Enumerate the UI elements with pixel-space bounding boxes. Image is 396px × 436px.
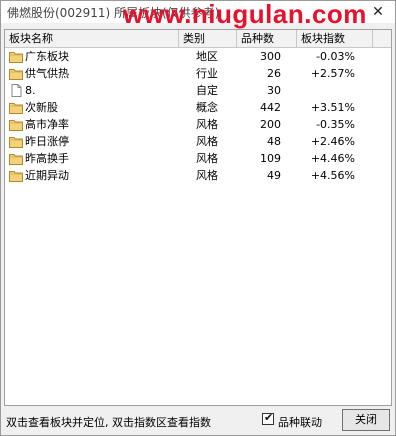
folder-icon	[9, 135, 23, 148]
sector-name: 广东板块	[25, 50, 69, 63]
sector-name: 次新股	[25, 101, 58, 114]
sector-index-change	[297, 82, 355, 99]
sector-count: 200	[260, 118, 281, 131]
sector-index-change: +4.46%	[310, 152, 355, 165]
column-header-filler	[373, 30, 391, 47]
table-row[interactable]: 昨高换手 风格 109 +4.46%	[5, 150, 373, 167]
sector-category: 风格	[196, 152, 218, 165]
sector-name: 高市净率	[25, 118, 69, 131]
sector-count: 26	[267, 67, 281, 80]
column-header-count[interactable]: 品种数	[237, 30, 297, 47]
sector-index-change: +4.56%	[310, 169, 355, 182]
table-row[interactable]: 供气供热 行业 26 +2.57%	[5, 65, 373, 82]
document-icon	[9, 84, 23, 97]
sector-category: 自定	[196, 84, 218, 97]
column-header-name[interactable]: 板块名称	[5, 30, 179, 47]
column-header-category[interactable]: 类别	[179, 30, 237, 47]
sector-table: 板块名称 类别 品种数 板块指数 广东板块 地区 300 -0.03% 供气供热 行业 26…	[4, 29, 392, 406]
title-bar: 佛燃股份(002911) 所属板块(仅供参考) www.niugulan.com…	[1, 0, 395, 29]
linkage-checkbox-label[interactable]: 品种联动	[278, 414, 322, 430]
checkmark-icon: ✔	[264, 411, 274, 424]
sector-name: 供气供热	[25, 67, 69, 80]
watermark-text: www.niugulan.com	[123, 0, 367, 29]
footer-bar: 双击查看板块并定位, 双击指数区查看指数 ✔ 品种联动 关闭	[1, 405, 395, 435]
table-row[interactable]: 高市净率 风格 200 -0.35%	[5, 116, 373, 133]
sector-count: 30	[267, 84, 281, 97]
table-row[interactable]: 次新股 概念 442 +3.51%	[5, 99, 373, 116]
sector-index-change: -0.03%	[316, 50, 355, 63]
sector-index-change: +2.46%	[310, 135, 355, 148]
dialog-window: 佛燃股份(002911) 所属板块(仅供参考) www.niugulan.com…	[0, 0, 396, 436]
sector-count: 442	[260, 101, 281, 114]
close-icon[interactable]: ✕	[369, 3, 387, 21]
table-row[interactable]: 昨日涨停 风格 48 +2.46%	[5, 133, 373, 150]
sector-category: 风格	[196, 118, 218, 131]
sector-category: 概念	[196, 101, 218, 114]
close-button[interactable]: 关闭	[342, 409, 390, 431]
folder-icon	[9, 152, 23, 165]
sector-category: 风格	[196, 169, 218, 182]
sector-count: 109	[260, 152, 281, 165]
sector-count: 49	[267, 169, 281, 182]
table-row[interactable]: 8. 自定 30	[5, 82, 373, 99]
sector-count: 48	[267, 135, 281, 148]
hint-text: 双击查看板块并定位, 双击指数区查看指数	[6, 416, 211, 429]
folder-icon	[9, 67, 23, 80]
sector-category: 行业	[196, 67, 218, 80]
linkage-checkbox[interactable]: ✔	[262, 411, 274, 425]
folder-icon	[9, 101, 23, 114]
column-header-index[interactable]: 板块指数	[297, 30, 373, 47]
sector-category: 地区	[196, 50, 218, 63]
table-row[interactable]: 近期异动 风格 49 +4.56%	[5, 167, 373, 184]
table-header: 板块名称 类别 品种数 板块指数	[5, 30, 391, 48]
sector-name: 昨高换手	[25, 152, 69, 165]
folder-icon	[9, 169, 23, 182]
sector-name: 8.	[25, 84, 36, 97]
sector-count: 300	[260, 50, 281, 63]
table-row[interactable]: 广东板块 地区 300 -0.03%	[5, 48, 373, 65]
sector-name: 昨日涨停	[25, 135, 69, 148]
folder-icon	[9, 50, 23, 63]
sector-name: 近期异动	[25, 169, 69, 182]
sector-index-change: +3.51%	[310, 101, 355, 114]
sector-index-change: +2.57%	[310, 67, 355, 80]
sector-category: 风格	[196, 135, 218, 148]
sector-index-change: -0.35%	[316, 118, 355, 131]
folder-icon	[9, 118, 23, 131]
